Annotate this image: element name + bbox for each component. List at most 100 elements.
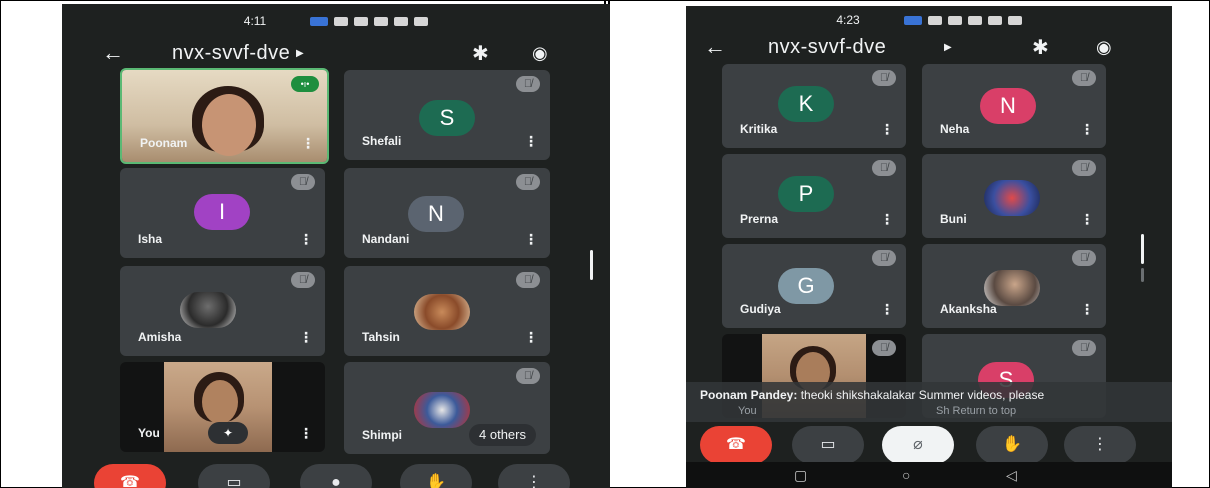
avatar-letter: G <box>778 268 834 304</box>
microphone-muted-button[interactable]: ⌀ <box>882 426 954 464</box>
participant-name: Nandani <box>362 232 410 246</box>
more-options-icon[interactable]: ⋮ <box>880 211 894 228</box>
participant-name: Akanksha <box>940 302 997 316</box>
caption-text: theoki shikshakalakar Summer videos, ple… <box>800 388 1045 402</box>
muted-mic-icon: 🎙̸ <box>1072 160 1096 176</box>
more-options-button[interactable]: ⋮ <box>1064 426 1136 464</box>
participant-name: Tahsin <box>362 330 400 344</box>
more-options-icon[interactable]: ⋮ <box>880 121 894 138</box>
end-call-button[interactable]: ☎ <box>700 426 772 464</box>
end-call-button[interactable]: ☎ <box>94 464 166 488</box>
more-options-icon[interactable]: ⋮ <box>1080 121 1094 138</box>
others-count-chip[interactable]: 4 others <box>469 424 536 446</box>
avatar-photo <box>180 292 236 328</box>
muted-mic-icon: 🎙̸ <box>516 76 540 92</box>
avatar-photo <box>414 294 470 330</box>
video-figure-face <box>202 94 256 156</box>
participant-tile-neha[interactable]: 🎙̸ N Neha ⋮ <box>922 64 1106 148</box>
more-options-icon[interactable]: ⋮ <box>299 329 313 346</box>
left-phone-screenshot: 4:11 ← nvx-svvf-dve ▶ ✱ ◉ •ı• Poonam ⋮ 🎙… <box>62 4 610 488</box>
more-options-icon[interactable]: ⋮ <box>299 425 313 442</box>
more-options-icon[interactable]: ⋮ <box>301 135 315 152</box>
back-arrow-icon[interactable]: ← <box>102 40 124 66</box>
bluetooth-icon[interactable]: ✱ <box>1032 35 1049 60</box>
muted-mic-icon: 🎙̸ <box>516 272 540 288</box>
home-icon[interactable]: ○ <box>902 467 910 483</box>
caret-right-icon[interactable]: ▶ <box>944 42 952 53</box>
scrollbar-handle[interactable] <box>1141 234 1144 264</box>
android-nav-bar: ▢ ○ ◁ <box>686 462 1172 488</box>
participant-tile-akanksha[interactable]: 🎙̸ Akanksha ⋮ <box>922 244 1106 328</box>
switch-camera-icon[interactable]: ◉ <box>532 43 548 64</box>
participant-name: Amisha <box>138 330 182 344</box>
raise-hand-button[interactable]: ✋ <box>976 426 1048 464</box>
participant-name: Poonam <box>140 136 188 150</box>
switch-camera-icon[interactable]: ◉ <box>1096 37 1112 58</box>
meeting-title[interactable]: nvx-svvf-dve <box>768 36 886 59</box>
participant-name: Neha <box>940 122 970 136</box>
participant-tile-poonam[interactable]: •ı• Poonam ⋮ <box>120 68 329 164</box>
status-time: 4:11 <box>243 14 267 28</box>
meeting-header: ← nvx-svvf-dve ▶ ✱ ◉ <box>62 38 610 68</box>
status-bar: 4:11 <box>62 4 610 38</box>
participant-tile-shefali[interactable]: 🎙̸ S Shefali ⋮ <box>344 70 550 160</box>
scrollbar-handle[interactable] <box>590 250 593 280</box>
muted-mic-icon: 🎙̸ <box>291 174 315 190</box>
participant-tile-kritika[interactable]: 🎙̸ K Kritika ⋮ <box>722 64 906 148</box>
muted-mic-icon: 🎙̸ <box>872 340 896 356</box>
participant-tile-prerna[interactable]: 🎙̸ P Prerna ⋮ <box>722 154 906 238</box>
participant-tile-buni[interactable]: 🎙̸ Buni ⋮ <box>922 154 1106 238</box>
participant-name: Prerna <box>740 212 779 226</box>
camera-button[interactable]: ▭ <box>792 426 864 464</box>
participant-tile-you[interactable]: You ✦ ⋮ <box>120 362 325 452</box>
participant-tile-nandani[interactable]: 🎙̸ N Nandani ⋮ <box>344 168 550 258</box>
more-options-icon[interactable]: ⋮ <box>1080 301 1094 318</box>
participant-name: Shefali <box>362 134 402 148</box>
participant-name: Isha <box>138 232 163 246</box>
more-options-button[interactable]: ⋮ <box>498 464 570 488</box>
status-bar: 4:23 <box>686 6 1172 34</box>
muted-mic-icon: 🎙̸ <box>291 272 315 288</box>
more-options-icon[interactable]: ⋮ <box>299 231 313 248</box>
live-caption-bar: Poonam Pandey: theoki shikshakalakar Sum… <box>686 382 1172 422</box>
avatar-photo <box>984 270 1040 306</box>
muted-mic-icon: 🎙̸ <box>872 70 896 86</box>
raise-hand-button[interactable]: ✋ <box>400 464 472 488</box>
more-options-icon[interactable]: ⋮ <box>524 133 538 150</box>
caption-underlay-you: You <box>738 405 757 417</box>
visual-effects-icon[interactable]: ✦ <box>208 422 248 444</box>
camera-button[interactable]: ▭ <box>198 464 270 488</box>
muted-mic-icon: 🎙̸ <box>1072 70 1096 86</box>
caption-speaker: Poonam Pandey: <box>700 388 798 402</box>
participant-tile-gudiya[interactable]: 🎙̸ G Gudiya ⋮ <box>722 244 906 328</box>
status-icons <box>903 15 1022 25</box>
participant-name: Gudiya <box>740 302 781 316</box>
bluetooth-icon[interactable]: ✱ <box>472 41 489 66</box>
more-options-icon[interactable]: ⋮ <box>880 301 894 318</box>
video-figure-face <box>202 380 238 424</box>
muted-mic-icon: 🎙̸ <box>1072 250 1096 266</box>
participant-tile-shimpi[interactable]: 🎙̸ Shimpi 4 others <box>344 362 550 454</box>
more-options-icon[interactable]: ⋮ <box>1080 211 1094 228</box>
status-time: 4:23 <box>836 13 860 27</box>
participant-tile-isha[interactable]: 🎙̸ I Isha ⋮ <box>120 168 325 258</box>
caret-right-icon[interactable]: ▶ <box>296 48 304 59</box>
participant-name: Buni <box>940 212 967 226</box>
return-to-top-link[interactable]: Sh Return to top <box>936 404 1016 418</box>
more-options-icon[interactable]: ⋮ <box>524 231 538 248</box>
participant-name: You <box>138 426 160 440</box>
status-icons <box>310 16 429 26</box>
avatar-photo <box>984 180 1040 216</box>
microphone-button[interactable]: ● <box>300 464 372 488</box>
more-options-icon[interactable]: ⋮ <box>524 329 538 346</box>
meeting-title[interactable]: nvx-svvf-dve <box>172 42 290 65</box>
muted-mic-icon: 🎙̸ <box>516 174 540 190</box>
muted-mic-icon: 🎙̸ <box>872 250 896 266</box>
participant-tile-amisha[interactable]: 🎙̸ Amisha ⋮ <box>120 266 325 356</box>
avatar-letter: N <box>408 196 464 232</box>
avatar-photo <box>414 392 470 428</box>
back-arrow-icon[interactable]: ← <box>704 34 726 60</box>
back-nav-icon[interactable]: ◁ <box>1006 467 1017 484</box>
recents-icon[interactable]: ▢ <box>794 467 807 484</box>
participant-tile-tahsin[interactable]: 🎙̸ Tahsin ⋮ <box>344 266 550 356</box>
